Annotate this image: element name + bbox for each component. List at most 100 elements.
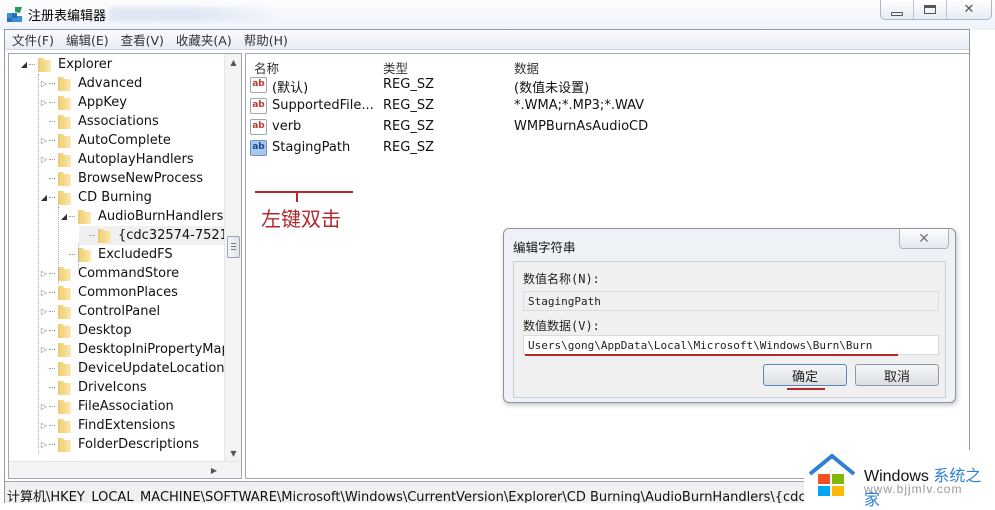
value-data-input[interactable]: Users\gong\AppData\Local\Microsoft\Windo… bbox=[523, 335, 939, 355]
regedit-app-icon bbox=[7, 7, 22, 22]
menu-edit[interactable]: 编辑(E) bbox=[66, 30, 109, 49]
tree-item[interactable]: BrowseNewProcess bbox=[39, 169, 203, 188]
expand-arrow-icon[interactable]: ▷ bbox=[39, 98, 49, 107]
expand-arrow-icon[interactable]: ▷ bbox=[39, 402, 49, 411]
cancel-button[interactable]: 取消 bbox=[855, 364, 939, 386]
scroll-down-arrow-icon[interactable]: ▼ bbox=[225, 445, 241, 462]
status-path: 计算机\HKEY_LOCAL_MACHINE\SOFTWARE\Microsof… bbox=[7, 490, 890, 503]
tree-connector bbox=[49, 273, 55, 274]
tree-connector bbox=[49, 292, 55, 293]
tree-item[interactable]: ▷ Desktop bbox=[39, 321, 132, 340]
tree-item-label: CommandStore bbox=[78, 266, 180, 281]
tree-horizontal-scrollbar[interactable]: ▶ bbox=[9, 461, 241, 478]
menu-help[interactable]: 帮助(H) bbox=[244, 30, 288, 49]
tree-item[interactable]: ▷ FolderDescriptions bbox=[39, 435, 199, 454]
folder-icon bbox=[56, 304, 72, 319]
folder-icon bbox=[56, 171, 72, 186]
expand-arrow-icon[interactable]: ▷ bbox=[39, 421, 49, 430]
collapse-arrow-icon[interactable]: ◢ bbox=[39, 193, 49, 202]
tree-item[interactable]: ExcludedFS bbox=[59, 245, 173, 264]
tree-connector bbox=[49, 159, 55, 160]
expand-arrow-icon[interactable]: ▷ bbox=[39, 440, 49, 449]
value-name: (默认) bbox=[272, 81, 309, 96]
tree-item-label: Advanced bbox=[78, 76, 143, 91]
tree-item[interactable]: ▷ ControlPanel bbox=[39, 302, 160, 321]
tree-connector bbox=[69, 254, 75, 255]
tree-item[interactable]: ◢ CD Burning bbox=[39, 188, 152, 207]
value-row[interactable]: ab (默认) REG_SZ (数值未设置) bbox=[246, 75, 970, 96]
collapse-arrow-icon[interactable]: ◢ bbox=[59, 212, 69, 221]
tree-item[interactable]: {cdc32574-7521- bbox=[79, 226, 233, 245]
tree-item[interactable]: ▷ Advanced bbox=[39, 74, 142, 93]
tree-item[interactable]: ▷ DesktopIniPropertyMap bbox=[39, 340, 230, 359]
folder-icon bbox=[56, 76, 72, 91]
tree-item-label: FindExtensions bbox=[78, 418, 176, 433]
tree-connector bbox=[89, 235, 95, 236]
tree-item-label: BrowseNewProcess bbox=[78, 171, 204, 186]
tree-item-label: FileAssociation bbox=[78, 399, 174, 414]
value-row[interactable]: ab verb REG_SZ WMPBurnAsAudioCD bbox=[246, 117, 970, 138]
tree-connector bbox=[49, 311, 55, 312]
menu-view[interactable]: 查看(V) bbox=[121, 30, 164, 49]
value-type: REG_SZ bbox=[383, 98, 434, 113]
folder-icon bbox=[56, 95, 72, 110]
tree-item[interactable]: ▷ AppKey bbox=[39, 93, 127, 112]
maximize-button[interactable] bbox=[914, 0, 947, 19]
string-value-icon: ab bbox=[250, 98, 267, 114]
menu-favorites[interactable]: 收藏夹(A) bbox=[176, 30, 232, 49]
scroll-right-arrow-icon[interactable]: ▶ bbox=[211, 462, 217, 478]
tree-connector bbox=[49, 102, 55, 103]
dialog-close-button[interactable]: ✕ bbox=[899, 229, 949, 249]
close-button[interactable]: ✕ bbox=[947, 0, 991, 19]
tree-item[interactable]: ▷ CommandStore bbox=[39, 264, 179, 283]
tree-connector bbox=[49, 140, 55, 141]
folder-icon bbox=[56, 152, 72, 167]
expand-arrow-icon[interactable]: ▷ bbox=[39, 288, 49, 297]
menu-file[interactable]: 文件(F) bbox=[12, 30, 54, 49]
tree-item[interactable]: ◢ AudioBurnHandlers bbox=[59, 207, 224, 226]
tree-item[interactable]: DeviceUpdateLocations bbox=[39, 359, 231, 378]
tree-item[interactable]: DriveIcons bbox=[39, 378, 147, 397]
expand-arrow-icon[interactable]: ▷ bbox=[39, 136, 49, 145]
grip-line bbox=[231, 249, 236, 250]
tree-connector bbox=[49, 330, 55, 331]
minimize-button[interactable] bbox=[881, 0, 914, 19]
tree-item[interactable]: ▷ FindExtensions bbox=[39, 416, 175, 435]
tree-item-label: FolderDescriptions bbox=[78, 437, 199, 452]
tree-item[interactable]: ▷ FileAssociation bbox=[39, 397, 174, 416]
tree-connector bbox=[49, 197, 55, 198]
tree-item[interactable]: ▷ AutoComplete bbox=[39, 131, 171, 150]
value-row[interactable]: ab SupportedFile... REG_SZ *.WMA;*.MP3;*.WA… bbox=[246, 96, 970, 117]
collapse-arrow-icon[interactable]: ◢ bbox=[19, 60, 29, 69]
tree-item-label: AppKey bbox=[78, 95, 127, 110]
annotation-pointer bbox=[296, 192, 298, 202]
tree-vertical-scrollbar[interactable]: ▲ ▼ bbox=[224, 54, 241, 462]
folder-icon bbox=[56, 342, 72, 357]
expand-arrow-icon[interactable]: ▷ bbox=[39, 307, 49, 316]
tree-item[interactable]: ▷ CommonPlaces bbox=[39, 283, 178, 302]
key-tree-pane: ◢ Explorer ▷ Advanced ▷ AppKey Associations ▷ Au… bbox=[8, 53, 242, 479]
expand-arrow-icon[interactable]: ▷ bbox=[39, 345, 49, 354]
tree-item-label: ExcludedFS bbox=[98, 247, 173, 262]
tree-item[interactable]: Associations bbox=[39, 112, 159, 131]
expand-arrow-icon[interactable]: ▷ bbox=[39, 269, 49, 278]
expand-arrow-icon[interactable]: ▷ bbox=[39, 79, 49, 88]
value-name: verb bbox=[272, 119, 302, 134]
tree-connector bbox=[49, 406, 55, 407]
scroll-up-arrow-icon[interactable]: ▲ bbox=[225, 54, 241, 71]
tree-item[interactable]: ◢ Explorer bbox=[19, 55, 112, 74]
tree-item-label: AudioBurnHandlers bbox=[98, 209, 224, 224]
expand-arrow-icon[interactable]: ▷ bbox=[39, 155, 49, 164]
tree-connector bbox=[49, 368, 55, 369]
value-row[interactable]: ab StagingPath REG_SZ bbox=[246, 138, 970, 159]
tree-item[interactable]: ▷ AutoplayHandlers bbox=[39, 150, 194, 169]
tree-connector bbox=[49, 425, 55, 426]
scroll-thumb[interactable] bbox=[227, 236, 240, 258]
grip-line bbox=[231, 243, 236, 244]
ok-button[interactable]: 确定 bbox=[763, 364, 847, 386]
folder-icon bbox=[56, 437, 72, 452]
close-icon: ✕ bbox=[918, 230, 930, 247]
folder-icon bbox=[56, 190, 72, 205]
tree-connector bbox=[49, 349, 55, 350]
expand-arrow-icon[interactable]: ▷ bbox=[39, 326, 49, 335]
